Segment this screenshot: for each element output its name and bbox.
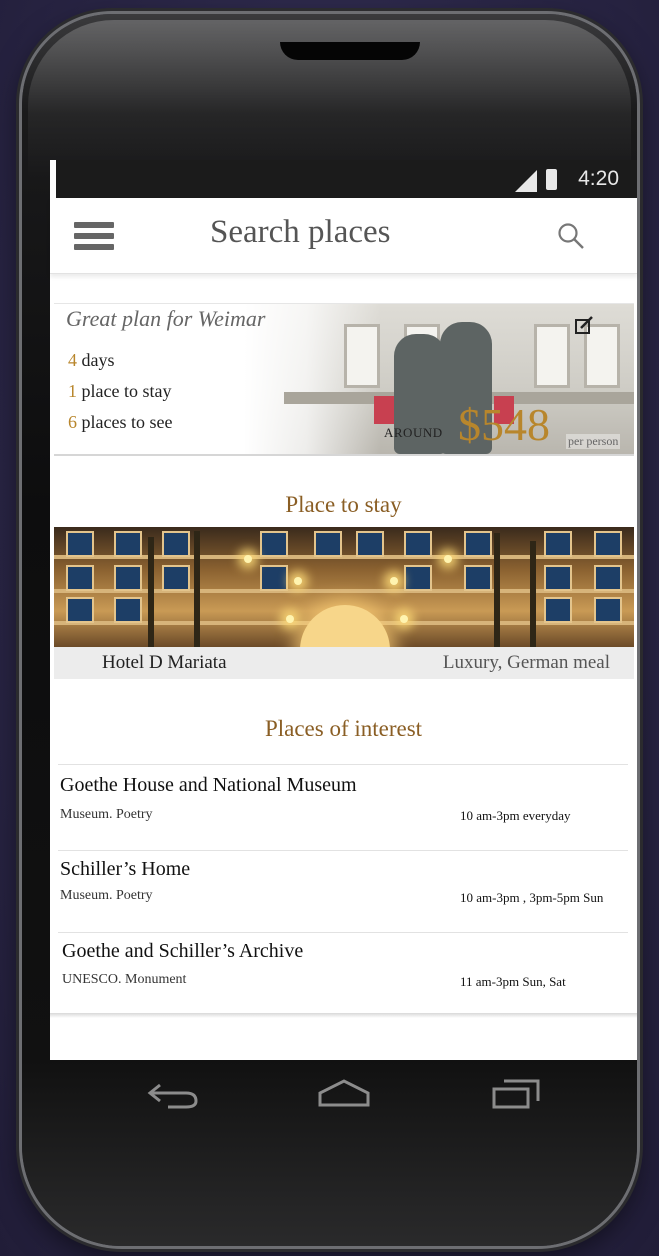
place-hours: 10 am-3pm everyday [460, 808, 571, 823]
plan-stay-count: 1 place to stay [68, 381, 172, 401]
divider [58, 850, 628, 851]
place-hours: 10 am-3pm , 3pm-5pm Sun [460, 890, 604, 905]
recent-apps-icon[interactable] [488, 1075, 544, 1111]
list-item[interactable]: Schiller’s Home Museum. Poetry 10 am-3pm… [54, 852, 634, 932]
signal-icon [515, 170, 537, 192]
back-icon[interactable] [146, 1075, 202, 1111]
around-label: AROUND [384, 425, 443, 440]
plan-card[interactable]: Great plan for Weimar 4 days 1 place to … [54, 303, 634, 456]
plan-heading: Great plan for Weimar [66, 306, 266, 331]
places-of-interest-title: Places of interest [264, 716, 423, 741]
hotel-tags: Luxury, German meal [442, 652, 610, 673]
hotel-name: Hotel D Mariata [102, 652, 227, 673]
app-bar: Search places [50, 198, 637, 274]
per-person-label: per person [566, 434, 621, 449]
place-to-stay-title: Place to stay [285, 492, 402, 517]
list-item[interactable]: Goethe House and National Museum Museum.… [54, 768, 634, 848]
list-end-shadow [50, 1013, 637, 1018]
edit-icon[interactable] [574, 316, 594, 336]
place-hours: 11 am-3pm Sun, Sat [460, 974, 566, 989]
page-title[interactable]: Search places [210, 214, 391, 251]
list-item[interactable]: Goethe and Schiller’s Archive UNESCO. Mo… [54, 934, 634, 1014]
home-icon[interactable] [316, 1075, 372, 1111]
hotel-info-bar[interactable]: Hotel D Mariata Luxury, German meal [54, 647, 634, 679]
search-icon[interactable] [557, 222, 585, 250]
place-name: Schiller’s Home [60, 858, 191, 880]
plan-price: $548 [458, 399, 550, 450]
place-name: Goethe and Schiller’s Archive [62, 940, 304, 962]
plan-see-count: 6 places to see [68, 412, 173, 432]
phone-speaker [280, 42, 420, 60]
menu-icon[interactable] [74, 222, 114, 250]
place-name: Goethe House and National Museum [60, 774, 357, 796]
place-category: Museum. Poetry [60, 888, 153, 903]
hotel-photo[interactable] [54, 527, 634, 647]
divider [58, 764, 628, 765]
clock: 4:20 [578, 167, 619, 190]
status-bar: 4:20 [56, 160, 637, 198]
place-category: UNESCO. Monument [62, 972, 187, 987]
place-category: Museum. Poetry [60, 807, 153, 822]
divider [58, 932, 628, 933]
battery-icon [546, 169, 557, 190]
plan-days: 4 days [68, 350, 115, 370]
